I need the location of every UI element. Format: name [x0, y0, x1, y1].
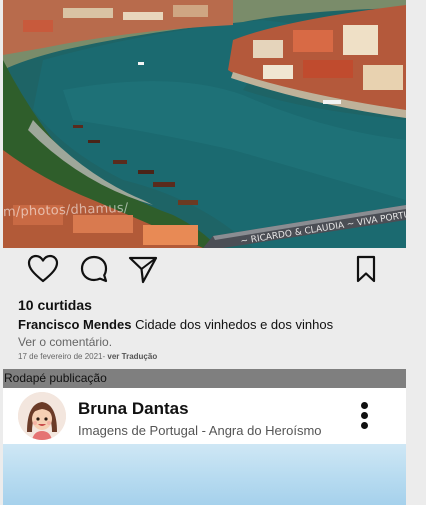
next-post-location[interactable]: Imagens de Portugal - Angra do Heroísmo — [78, 423, 322, 438]
comment-icon — [80, 255, 108, 283]
likes-count[interactable]: 10 curtidas — [18, 297, 92, 313]
more-vertical-icon — [357, 402, 371, 429]
more-options-button[interactable] — [357, 402, 371, 434]
bookmark-icon — [356, 255, 376, 283]
next-post-user-name[interactable]: Bruna Dantas — [78, 399, 189, 419]
post-date: 17 de fevereiro de 2021 — [18, 352, 103, 361]
user-avatar-illustration — [18, 392, 66, 440]
post-caption: Francisco Mendes Cidade dos vinhedos e d… — [18, 317, 333, 332]
avatar[interactable] — [18, 392, 66, 440]
next-post-image[interactable] — [3, 444, 406, 505]
see-translation-link[interactable]: ver Tradução — [107, 352, 157, 361]
send-icon — [128, 256, 158, 284]
save-button[interactable] — [355, 254, 377, 284]
post-date-line: 17 de fevereiro de 2021- ver Tradução — [18, 352, 157, 361]
next-post-header: Bruna Dantas Imagens de Portugal - Angra… — [3, 388, 406, 444]
heart-icon — [27, 254, 59, 283]
caption-text: Cidade dos vinhedos e dos vinhos — [135, 317, 334, 332]
comment-button[interactable] — [79, 254, 109, 284]
post-actions — [3, 248, 406, 290]
post-footer-label: Rodapé publicação — [3, 369, 406, 388]
post-image[interactable]: ~ RICARDO & CLAUDIA ~ VIVA PORTUGAL m/ph… — [3, 0, 406, 248]
see-comments-link[interactable]: Ver o comentário. — [18, 335, 112, 349]
share-button[interactable] — [128, 254, 158, 284]
like-button[interactable] — [27, 254, 59, 284]
caption-author[interactable]: Francisco Mendes — [18, 317, 131, 332]
